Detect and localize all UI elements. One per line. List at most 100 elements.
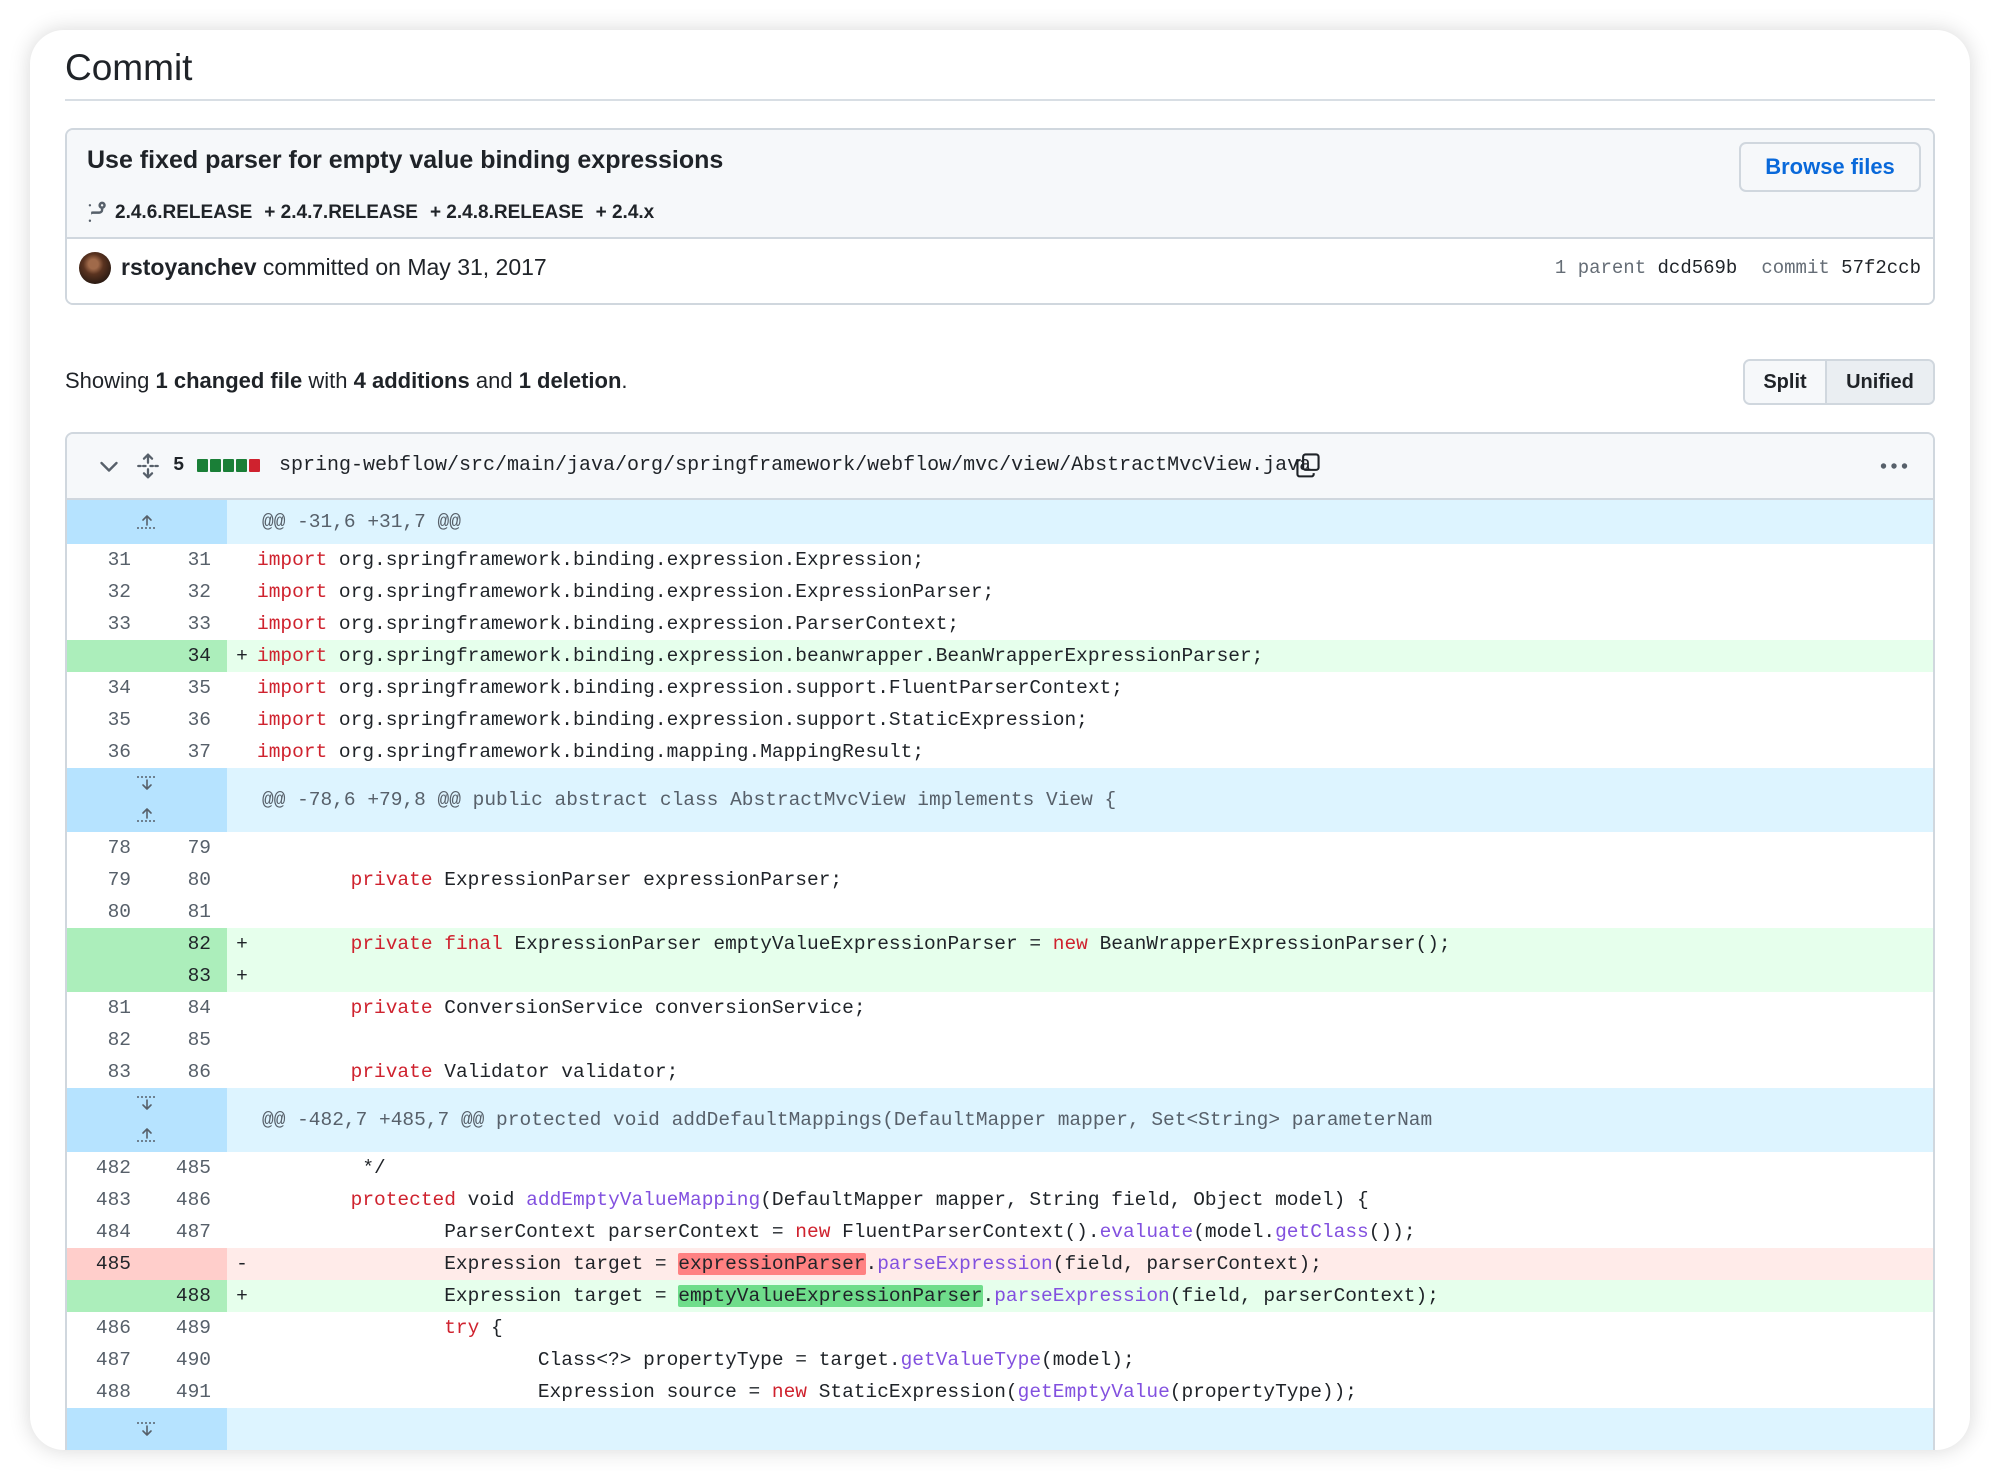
old-line-number[interactable]	[67, 928, 147, 960]
new-line-number[interactable]	[147, 1248, 227, 1280]
expand-both-button[interactable]	[67, 1088, 227, 1152]
old-line-number[interactable]: 81	[67, 992, 147, 1024]
old-line-number[interactable]: 485	[67, 1248, 147, 1280]
branch-link[interactable]: + 2.4.7.RELEASE	[264, 202, 418, 224]
old-line-number[interactable]: 32	[67, 576, 147, 608]
old-line-number[interactable]: 487	[67, 1344, 147, 1376]
diff-marker: +	[236, 645, 248, 667]
old-line-number[interactable]: 36	[67, 736, 147, 768]
branch-link[interactable]: + 2.4.8.RELEASE	[430, 202, 584, 224]
file-path-link[interactable]: spring-webflow/src/main/java/org/springf…	[279, 454, 1311, 477]
author-link[interactable]: rstoyanchev	[121, 254, 257, 280]
code-line: Expression source = new StaticExpression…	[257, 1381, 1357, 1403]
commit-card: Commit Use fixed parser for empty value …	[30, 30, 1970, 1450]
old-line-number[interactable]	[67, 960, 147, 992]
old-line-number[interactable]: 31	[67, 544, 147, 576]
hunk-header: @@ -482,7 +485,7 @@ protected void addDe…	[67, 1088, 1933, 1152]
new-line-number[interactable]: 31	[147, 544, 227, 576]
new-line-number[interactable]: 486	[147, 1184, 227, 1216]
new-line-number[interactable]: 489	[147, 1312, 227, 1344]
new-line-number[interactable]: 81	[147, 896, 227, 928]
diff-rows: @@ -31,6 +31,7 @@ 31 31 import org.springf…	[67, 500, 1933, 1450]
diff-marker	[227, 896, 257, 928]
old-line-number[interactable]: 35	[67, 704, 147, 736]
old-line-number[interactable]: 82	[67, 1024, 147, 1056]
new-line-number[interactable]: 79	[147, 832, 227, 864]
diff-marker	[227, 992, 257, 1024]
new-line-number[interactable]: 485	[147, 1152, 227, 1184]
kebab-horizontal-icon[interactable]	[1879, 454, 1909, 478]
new-line-number[interactable]: 37	[147, 736, 227, 768]
old-line-number[interactable]: 83	[67, 1056, 147, 1088]
diffstat-addition-block	[210, 459, 221, 472]
code-line: private Validator validator;	[350, 1061, 679, 1083]
old-line-number[interactable]: 488	[67, 1376, 147, 1408]
old-line-number[interactable]: 80	[67, 896, 147, 928]
expand-down-button[interactable]	[67, 1408, 227, 1450]
copy-icon[interactable]	[1295, 452, 1321, 478]
branch-link[interactable]: + 2.4.x	[596, 202, 655, 224]
diff-view-toggle: Split Unified	[1743, 359, 1935, 405]
old-line-number[interactable]: 486	[67, 1312, 147, 1344]
old-line-number[interactable]: 79	[67, 864, 147, 896]
hunk-header: @@ -31,6 +31,7 @@	[67, 500, 1933, 544]
browse-files-button[interactable]: Browse files	[1739, 142, 1921, 192]
new-line-number[interactable]: 490	[147, 1344, 227, 1376]
old-line-number[interactable]	[67, 640, 147, 672]
diff-marker	[227, 608, 257, 640]
new-line-number[interactable]: 82	[147, 928, 227, 960]
expand-all-icon[interactable]	[135, 452, 161, 480]
new-line-number[interactable]: 33	[147, 608, 227, 640]
new-line-number[interactable]: 83	[147, 960, 227, 992]
old-line-number[interactable]: 483	[67, 1184, 147, 1216]
diff-marker	[227, 544, 257, 576]
diff-line: 483 486 protected void addEmptyValueMappi…	[67, 1184, 1933, 1216]
new-line-number[interactable]: 36	[147, 704, 227, 736]
new-line-number[interactable]: 34	[147, 640, 227, 672]
code-line: import org.springframework.binding.expre…	[257, 709, 1088, 731]
old-line-number[interactable]: 78	[67, 832, 147, 864]
summary-with: with	[308, 368, 348, 393]
code-line: import org.springframework.binding.mappi…	[257, 741, 925, 763]
new-line-number[interactable]: 488	[147, 1280, 227, 1312]
new-line-number[interactable]: 86	[147, 1056, 227, 1088]
file-diff: 5 spring-webflow/src/main/java/org/sprin…	[65, 432, 1935, 1450]
diff-marker	[227, 1056, 257, 1088]
new-line-number[interactable]: 487	[147, 1216, 227, 1248]
old-line-number[interactable]: 484	[67, 1216, 147, 1248]
split-view-button[interactable]: Split	[1745, 361, 1827, 403]
unfold-up-icon	[137, 515, 157, 529]
summary-and: and	[475, 368, 513, 393]
code-line: import org.springframework.binding.expre…	[257, 677, 1123, 699]
git-branch-icon	[86, 201, 106, 225]
unfold-down-icon	[137, 1422, 157, 1436]
chevron-down-icon[interactable]	[97, 454, 121, 478]
new-line-number[interactable]: 35	[147, 672, 227, 704]
old-line-number[interactable]: 34	[67, 672, 147, 704]
parent-sha-link[interactable]: dcd569b	[1658, 257, 1738, 279]
code-line: protected void addEmptyValueMapping(Defa…	[350, 1189, 1369, 1211]
expand-up-button[interactable]	[67, 500, 227, 544]
old-line-number[interactable]: 33	[67, 608, 147, 640]
new-line-number[interactable]: 84	[147, 992, 227, 1024]
diffstat-bars	[197, 459, 260, 472]
expand-both-button[interactable]	[67, 768, 227, 832]
code-line: ParserContext parserContext = new Fluent…	[257, 1221, 1416, 1243]
code-line: import org.springframework.binding.expre…	[257, 581, 995, 603]
summary-suffix: .	[621, 368, 628, 393]
new-line-number[interactable]: 491	[147, 1376, 227, 1408]
new-line-number[interactable]: 80	[147, 864, 227, 896]
old-line-number[interactable]: 482	[67, 1152, 147, 1184]
diff-marker: -	[236, 1253, 248, 1275]
new-line-number[interactable]: 85	[147, 1024, 227, 1056]
new-line-number[interactable]: 32	[147, 576, 227, 608]
code-line: Class<?> propertyType = target.getValueT…	[257, 1349, 1135, 1371]
avatar[interactable]	[79, 252, 111, 284]
unified-view-button[interactable]: Unified	[1827, 361, 1933, 403]
commit-header: Use fixed parser for empty value binding…	[67, 130, 1933, 239]
old-line-number[interactable]	[67, 1280, 147, 1312]
branch-link[interactable]: 2.4.6.RELEASE	[115, 202, 252, 224]
hunk-footer-spacer	[227, 1408, 1933, 1450]
diff-line: 33 33 import org.springframework.binding.e…	[67, 608, 1933, 640]
